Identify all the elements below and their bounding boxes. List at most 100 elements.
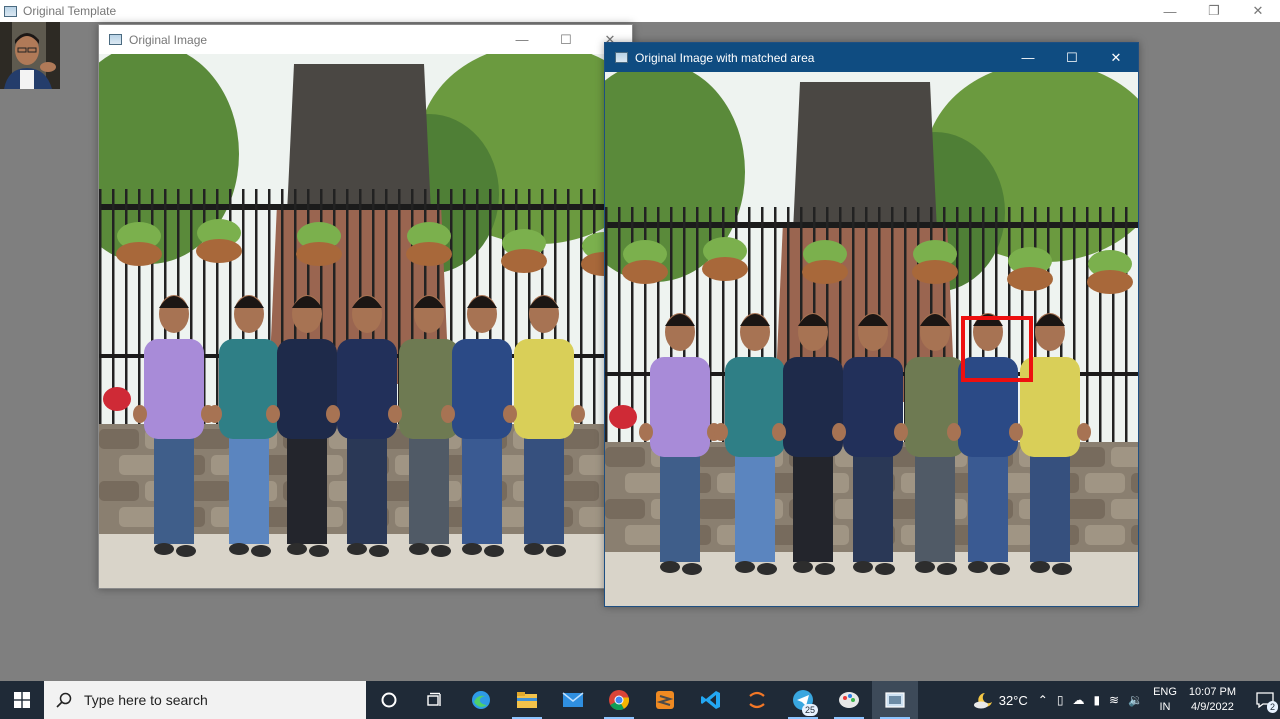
person-legs: [409, 434, 449, 544]
template-window: Original Template — ❐ ✕: [0, 0, 1280, 22]
person-legs: [735, 452, 775, 562]
search-icon: [56, 692, 72, 708]
hanging-planter: [116, 242, 162, 266]
person-hand: [772, 423, 786, 441]
hanging-planter: [296, 242, 342, 266]
app-window-icon: [109, 34, 122, 45]
person-shirt: [337, 339, 397, 439]
person-legs: [853, 452, 893, 562]
group-photo-with-match: [605, 72, 1138, 606]
person-shoe: [875, 563, 895, 575]
person-legs: [229, 434, 269, 544]
person-shoe: [229, 543, 249, 555]
battery-icon[interactable]: ▮: [1093, 693, 1100, 707]
notification-center-button[interactable]: 2: [1250, 681, 1280, 719]
red-bag: [103, 387, 131, 411]
person-legs: [1030, 452, 1070, 562]
minimize-button[interactable]: —: [1006, 43, 1050, 72]
person-hand: [266, 405, 280, 423]
template-window-titlebar[interactable]: Original Template: [0, 0, 1280, 22]
python-window-icon[interactable]: [872, 681, 918, 719]
person-hand: [503, 405, 517, 423]
weather-widget[interactable]: 32°C: [973, 691, 1028, 709]
railing-bar: [99, 189, 102, 444]
person-legs: [462, 434, 502, 544]
wall-stone: [605, 447, 645, 467]
sublime-text-icon[interactable]: [642, 681, 688, 719]
edge-icon[interactable]: [458, 681, 504, 719]
person-shirt: [905, 357, 965, 457]
input-language[interactable]: ENG IN: [1153, 685, 1177, 715]
chevron-up-icon[interactable]: ⌃: [1038, 693, 1048, 707]
close-button[interactable]: ✕: [1094, 43, 1138, 72]
wifi-icon[interactable]: ≋: [1109, 693, 1119, 707]
chrome-icon[interactable]: [596, 681, 642, 719]
meet-now-icon[interactable]: ▯: [1057, 693, 1064, 707]
vscode-icon[interactable]: [688, 681, 734, 719]
system-tray: 32°C ⌃ ▯ ☁ ▮ ≋ 🔉 ENG IN 10:07 PM 4/9/202…: [973, 681, 1280, 719]
wall-stone: [1085, 473, 1125, 493]
wall-stone: [625, 525, 665, 545]
person-shoe: [757, 563, 777, 575]
matched-area-rectangle: [961, 316, 1033, 382]
hanging-planter: [802, 260, 848, 284]
paint-icon[interactable]: [826, 681, 872, 719]
telegram-icon[interactable]: 25: [780, 681, 826, 719]
volume-icon[interactable]: 🔉: [1128, 693, 1143, 707]
original-image-titlebar[interactable]: Original Image — ☐ ✕: [99, 25, 632, 54]
person-shoe: [915, 561, 935, 573]
railing-bar: [1112, 207, 1115, 462]
group-photo: [99, 54, 632, 588]
minimize-button[interactable]: —: [500, 25, 544, 54]
wall-stone: [697, 499, 737, 519]
hanging-planter: [406, 242, 452, 266]
onedrive-icon[interactable]: ☁: [1072, 693, 1084, 707]
person-hand: [388, 405, 402, 423]
restore-button[interactable]: ❐: [1192, 0, 1236, 22]
person-shoe: [431, 545, 451, 557]
person-hand: [1009, 423, 1023, 441]
taskbar-search-box[interactable]: [44, 681, 366, 719]
app-window-icon: [615, 52, 628, 63]
hanging-planter: [196, 239, 242, 263]
person-hand: [571, 405, 585, 423]
cortana-icon[interactable]: [366, 681, 412, 719]
clock[interactable]: 10:07 PM 4/9/2022: [1189, 685, 1236, 715]
maximize-button[interactable]: ☐: [1050, 43, 1094, 72]
wall-stone: [1085, 525, 1125, 545]
wall-stone: [99, 481, 139, 501]
railing-bar: [1125, 207, 1128, 462]
person-shoe: [484, 545, 504, 557]
minimize-button[interactable]: —: [1148, 0, 1192, 22]
wall-stone: [1131, 525, 1138, 545]
person-shoe: [990, 563, 1010, 575]
person-hand: [639, 423, 653, 441]
start-button[interactable]: [0, 681, 44, 719]
person-shoe: [793, 561, 813, 573]
close-button[interactable]: ✕: [1236, 0, 1280, 22]
file-explorer-icon[interactable]: [504, 681, 550, 719]
hanging-planter: [622, 260, 668, 284]
task-view-icon[interactable]: [412, 681, 458, 719]
wall-stone: [1131, 473, 1138, 493]
window-title: Original Image with matched area: [635, 50, 815, 65]
language-code: ENG: [1153, 686, 1177, 698]
maximize-button[interactable]: ☐: [544, 25, 588, 54]
jupyter-icon[interactable]: [734, 681, 780, 719]
weather-temperature: 32°C: [998, 692, 1028, 708]
matched-image-titlebar[interactable]: Original Image with matched area — ☐ ✕: [605, 43, 1138, 72]
person-shoe: [937, 563, 957, 575]
person-shoe: [409, 543, 429, 555]
wall-stone: [191, 481, 231, 501]
person-shirt: [843, 357, 903, 457]
person-hand: [947, 423, 961, 441]
person-legs: [347, 434, 387, 544]
person-shoe: [1030, 561, 1050, 573]
person-legs: [154, 434, 194, 544]
telegram-unread-badge: 25: [801, 704, 818, 716]
search-input[interactable]: [84, 692, 344, 708]
clock-date: 4/9/2022: [1191, 701, 1234, 713]
person-shirt: [219, 339, 279, 439]
mail-icon[interactable]: [550, 681, 596, 719]
person-shoe: [735, 561, 755, 573]
